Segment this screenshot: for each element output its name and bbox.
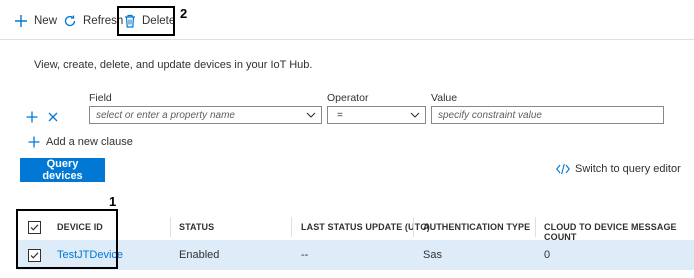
chevron-down-icon [410,112,420,118]
value-input[interactable]: specify constraint value [431,106,664,124]
switch-query-editor-link[interactable]: Switch to query editor [556,163,681,175]
column-divider [413,217,414,237]
column-divider [170,217,171,237]
column-header-c2d-message-count[interactable]: CLOUD TO DEVICE MESSAGE COUNT [544,222,694,242]
table-row[interactable]: TestJTDevice Enabled -- Sas 0 [17,240,694,270]
toolbar-divider [0,39,694,40]
field-placeholder: select or enter a property name [96,109,235,121]
switch-query-editor-label: Switch to query editor [575,163,681,175]
table-annotation-box [16,209,118,269]
add-clause-button[interactable]: Add a new clause [28,136,133,148]
annotation-number-1: 1 [109,194,117,209]
device-status: Enabled [179,249,220,261]
value-label: Value [431,92,458,104]
page-description: View, create, delete, and update devices… [34,59,313,71]
code-icon [556,163,570,175]
remove-filter-icon[interactable] [48,112,58,122]
column-header-authentication-type[interactable]: AUTHENTICATION TYPE [423,222,530,232]
new-button[interactable]: New [14,9,57,33]
query-devices-button[interactable]: Query devices [20,158,105,182]
add-clause-label: Add a new clause [46,136,133,148]
table-header-row: DEVICE ID STATUS LAST STATUS UPDATE (UTC… [17,214,694,242]
field-input[interactable]: select or enter a property name [89,106,322,124]
column-divider [291,217,292,237]
field-label: Field [89,92,112,104]
add-filter-icon[interactable] [26,111,38,123]
delete-annotation-box [117,6,175,36]
refresh-button[interactable]: Refresh [63,9,123,33]
value-placeholder: specify constraint value [438,109,542,121]
operator-select[interactable]: = [327,106,426,124]
column-divider [535,217,536,237]
refresh-icon [64,15,76,27]
device-c2d-count: 0 [544,249,551,261]
operator-value: = [337,109,343,121]
device-last-update: -- [301,249,309,261]
chevron-down-icon [306,112,316,118]
new-label: New [34,15,58,27]
device-auth-type: Sas [423,249,442,261]
operator-label: Operator [327,92,369,104]
annotation-number-2: 2 [180,6,188,21]
column-header-last-status-update[interactable]: LAST STATUS UPDATE (UTC) [301,222,430,232]
plus-icon [15,15,27,27]
column-header-status[interactable]: STATUS [179,222,214,232]
plus-icon [28,136,40,148]
